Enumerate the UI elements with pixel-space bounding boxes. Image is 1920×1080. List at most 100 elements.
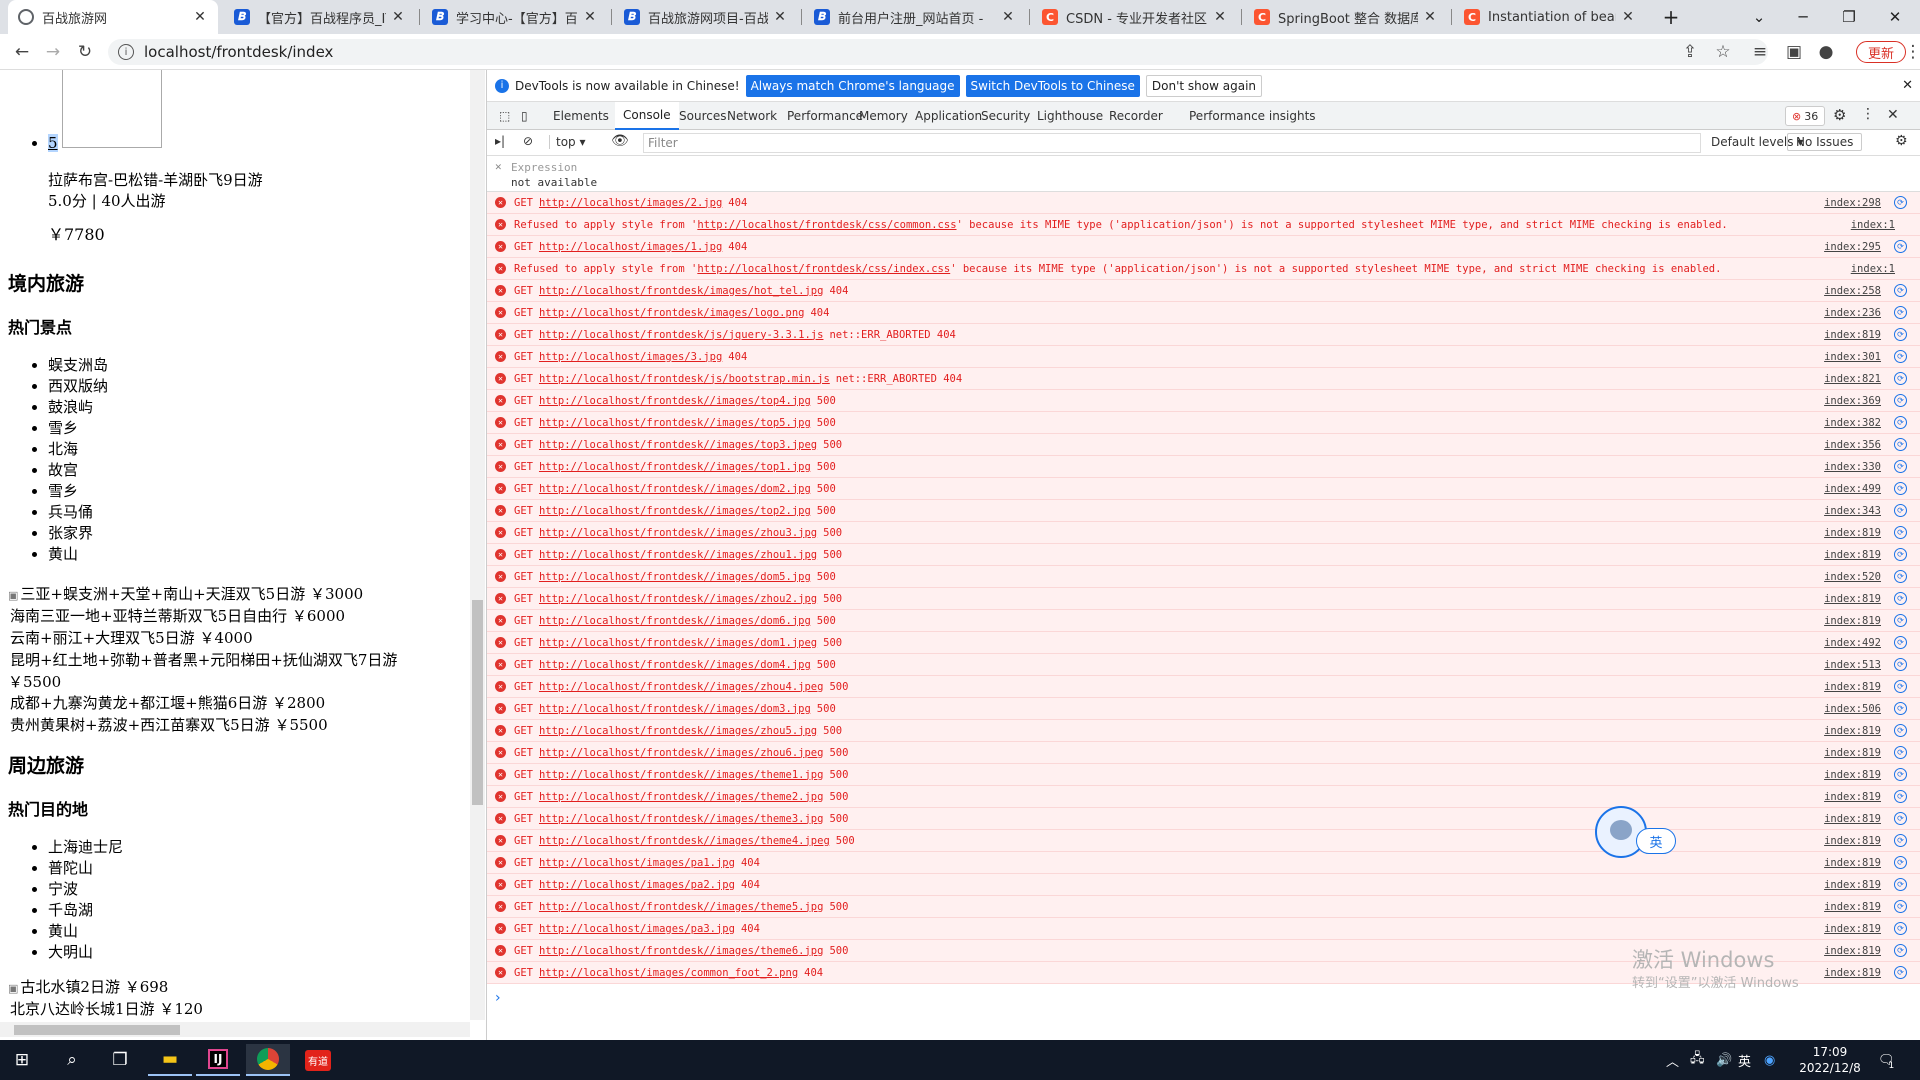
log-url-link[interactable]: http://localhost/images/pa1.jpg — [539, 857, 735, 869]
log-source-link[interactable]: index:819 — [1824, 923, 1881, 935]
log-url-link[interactable]: http://localhost/images/pa3.jpg — [539, 923, 735, 935]
log-url-link[interactable]: http://localhost/frontdesk//images/theme… — [539, 769, 823, 781]
close-tab-icon[interactable]: ✕ — [582, 9, 598, 25]
new-tab-button[interactable]: + — [1648, 0, 1694, 34]
log-source-link[interactable]: index:819 — [1824, 329, 1881, 341]
request-initiator-icon[interactable]: ⟳ — [1894, 394, 1907, 407]
product-line[interactable]: 海南三亚一地+亚特兰蒂斯双飞5日自由行 ￥6000 — [8, 606, 397, 628]
spot-list-item[interactable]: 黄山 — [48, 544, 108, 565]
request-initiator-icon[interactable]: ⟳ — [1894, 438, 1907, 451]
log-url-link[interactable]: http://localhost/frontdesk//images/theme… — [539, 791, 823, 803]
notifications-icon[interactable]: 🗨 1 — [1878, 1040, 1895, 1080]
console-error-row[interactable]: ✕ GET http://localhost/images/1.jpg 404 inde… — [487, 236, 1920, 258]
request-initiator-icon[interactable]: ⟳ — [1894, 460, 1907, 473]
close-tab-icon[interactable]: ✕ — [1620, 9, 1636, 25]
request-initiator-icon[interactable]: ⟳ — [1894, 856, 1907, 869]
maximize-icon[interactable]: ❐ — [1826, 0, 1872, 34]
console-error-row[interactable]: ✕ GET http://localhost/frontdesk//images/d… — [487, 566, 1920, 588]
console-error-row[interactable]: ✕ GET http://localhost/frontdesk/images/lo… — [487, 302, 1920, 324]
log-source-link[interactable]: index:819 — [1824, 967, 1881, 979]
console-error-row[interactable]: ✕ GET http://localhost/frontdesk//images/t… — [487, 456, 1920, 478]
console-error-row[interactable]: ✕ GET http://localhost/frontdesk//images/d… — [487, 698, 1920, 720]
console-error-row[interactable]: ✕ GET http://localhost/frontdesk//images/d… — [487, 610, 1920, 632]
log-url-link[interactable]: http://localhost/frontdesk//images/dom5.… — [539, 571, 811, 583]
youdao-dict-icon[interactable]: 有道 — [296, 1044, 340, 1076]
request-initiator-icon[interactable]: ⟳ — [1894, 284, 1907, 297]
clear-console-icon[interactable]: ⊘ — [523, 134, 533, 148]
product-line[interactable]: 贵州黄果树+荔波+西江苗寨双飞5日游 ￥5500 — [8, 715, 397, 737]
request-initiator-icon[interactable]: ⟳ — [1894, 966, 1907, 979]
log-url-link[interactable]: http://localhost/images/1.jpg — [539, 241, 722, 253]
address-bar[interactable]: i localhost/frontdesk/index — [108, 39, 1768, 65]
devtools-tab[interactable]: Performance insights — [1181, 102, 1324, 130]
log-url-link[interactable]: http://localhost/images/pa2.jpg — [539, 879, 735, 891]
tab-search-icon[interactable]: ⌄ — [1736, 0, 1782, 34]
log-source-link[interactable]: index:258 — [1824, 285, 1881, 297]
forward-icon[interactable]: → — [41, 40, 65, 64]
log-source-link[interactable]: index:819 — [1824, 681, 1881, 693]
request-initiator-icon[interactable]: ⟳ — [1894, 812, 1907, 825]
request-initiator-icon[interactable]: ⟳ — [1894, 240, 1907, 253]
spot-list-item[interactable]: 雪乡 — [48, 481, 108, 502]
log-url-link[interactable]: http://localhost/frontdesk/js/jquery-3.3… — [539, 329, 823, 341]
browser-tab[interactable]: C CSDN - 专业开发者社区 ✕ — [1032, 0, 1238, 34]
issues-button[interactable]: No Issues — [1787, 133, 1863, 151]
log-url-link[interactable]: http://localhost/frontdesk//images/dom4.… — [539, 659, 811, 671]
log-source-link[interactable]: index:821 — [1824, 373, 1881, 385]
reload-icon[interactable]: ↻ — [73, 40, 97, 64]
spot-list-item[interactable]: 宁波 — [48, 879, 123, 900]
console-error-row[interactable]: ✕ GET http://localhost/frontdesk//images/d… — [487, 654, 1920, 676]
request-initiator-icon[interactable]: ⟳ — [1894, 548, 1907, 561]
console-error-row[interactable]: ✕ GET http://localhost/frontdesk//images/t… — [487, 896, 1920, 918]
close-tab-icon[interactable]: ✕ — [1212, 9, 1228, 25]
log-source-link[interactable]: index:343 — [1824, 505, 1881, 517]
always-match-language-button[interactable]: Always match Chrome's language — [745, 74, 960, 97]
request-initiator-icon[interactable]: ⟳ — [1894, 306, 1907, 319]
console-error-row[interactable]: ✕ GET http://localhost/images/2.jpg 404 inde… — [487, 192, 1920, 214]
close-tab-icon[interactable]: ✕ — [390, 9, 406, 25]
console-error-row[interactable]: ✕ GET http://localhost/frontdesk//images/t… — [487, 434, 1920, 456]
file-explorer-icon[interactable]: ▬ — [148, 1044, 192, 1076]
request-initiator-icon[interactable]: ⟳ — [1894, 482, 1907, 495]
log-source-link[interactable]: index:330 — [1824, 461, 1881, 473]
page-vertical-scrollbar[interactable] — [470, 70, 485, 1020]
close-infobar-icon[interactable]: ✕ — [1902, 78, 1913, 93]
log-url-link[interactable]: http://localhost/frontdesk//images/top2.… — [539, 505, 811, 517]
console-error-row[interactable]: ✕ GET http://localhost/frontdesk//images/z… — [487, 522, 1920, 544]
log-url-link[interactable]: http://localhost/frontdesk//images/theme… — [539, 813, 823, 825]
log-url-link[interactable]: http://localhost/frontdesk//images/theme… — [539, 835, 830, 847]
product-line[interactable]: 云南+丽江+大理双飞5日游 ￥4000 — [8, 628, 397, 650]
show-hidden-icons-chevron-icon[interactable]: ︿ — [1666, 1040, 1679, 1080]
log-source-link[interactable]: index:236 — [1824, 307, 1881, 319]
windows-start-icon[interactable]: ⊞ — [0, 1044, 44, 1076]
devtools-settings-icon[interactable]: ⚙ — [1833, 106, 1846, 124]
console-error-row[interactable]: ✕ GET http://localhost/frontdesk//images/t… — [487, 412, 1920, 434]
chrome-menu-icon[interactable]: ⋮ — [1905, 40, 1920, 64]
log-source-link[interactable]: index:819 — [1824, 901, 1881, 913]
console-filter-input[interactable]: Filter — [643, 133, 1701, 153]
log-source-link[interactable]: index:492 — [1824, 637, 1881, 649]
log-source-link[interactable]: index:520 — [1824, 571, 1881, 583]
log-source-link[interactable]: index:1 — [1851, 219, 1895, 231]
close-tab-icon[interactable]: ✕ — [772, 9, 788, 25]
spot-list-item[interactable]: 雪乡 — [48, 418, 108, 439]
close-tab-icon[interactable]: ✕ — [1422, 9, 1438, 25]
bookmark-star-icon[interactable]: ☆ — [1711, 40, 1735, 64]
console-error-row[interactable]: ✕ GET http://localhost/frontdesk//images/t… — [487, 390, 1920, 412]
log-source-link[interactable]: index:819 — [1824, 615, 1881, 627]
minimize-icon[interactable]: ─ — [1780, 0, 1826, 34]
log-url-link[interactable]: http://localhost/frontdesk/css/common.cs… — [697, 219, 956, 231]
console-error-row[interactable]: ✕ GET http://localhost/frontdesk//images/t… — [487, 500, 1920, 522]
log-url-link[interactable]: http://localhost/frontdesk//images/top3.… — [539, 439, 817, 451]
spot-list-item[interactable]: 故宫 — [48, 460, 108, 481]
log-source-link[interactable]: index:356 — [1824, 439, 1881, 451]
console-error-row[interactable]: ✕ GET http://localhost/frontdesk//images/z… — [487, 676, 1920, 698]
request-initiator-icon[interactable]: ⟳ — [1894, 614, 1907, 627]
request-initiator-icon[interactable]: ⟳ — [1894, 636, 1907, 649]
devtools-more-icon[interactable]: ⋮ — [1861, 106, 1875, 122]
log-source-link[interactable]: index:819 — [1824, 527, 1881, 539]
search-icon[interactable]: ⌕ — [50, 1044, 94, 1076]
log-source-link[interactable]: index:1 — [1851, 263, 1895, 275]
console-error-row[interactable]: ✕ GET http://localhost/frontdesk//images/d… — [487, 478, 1920, 500]
browser-tab[interactable]: 百战旅游网 ✕ — [8, 0, 218, 34]
